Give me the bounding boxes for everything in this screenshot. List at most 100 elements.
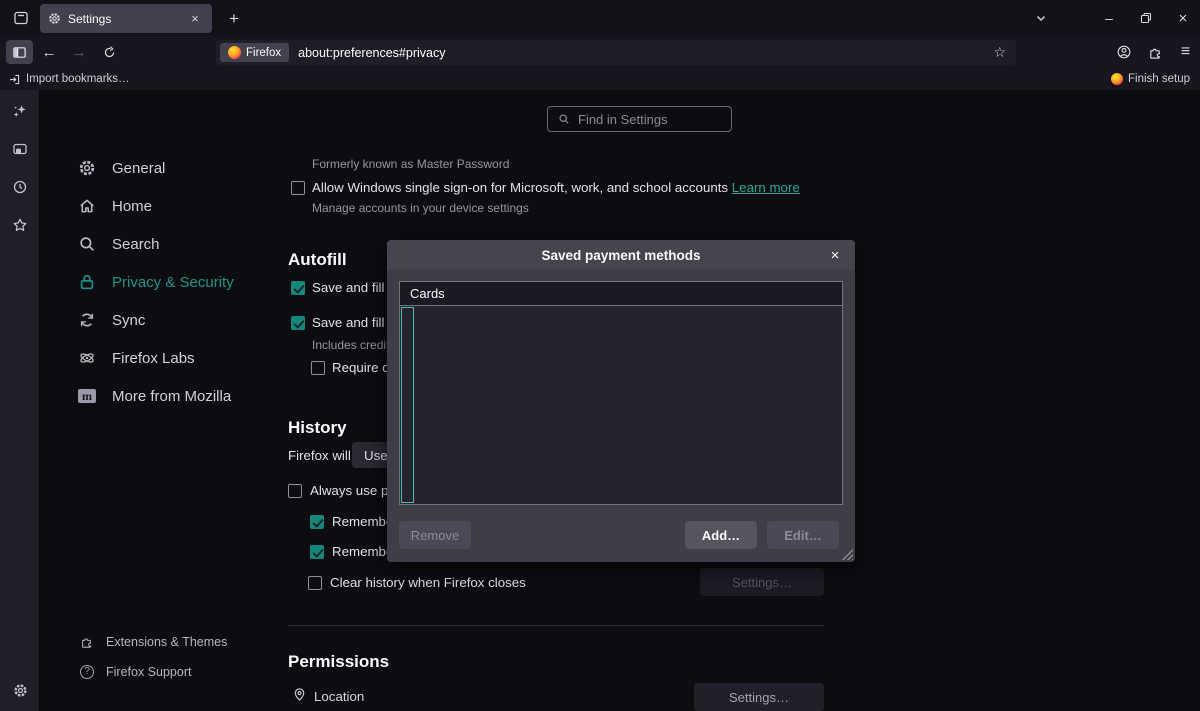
firefox-view-icon[interactable]: [8, 6, 34, 30]
new-tab-button[interactable]: +: [222, 7, 246, 31]
section-divider: [288, 625, 824, 626]
sso-note: Manage accounts in your device settings: [312, 201, 529, 215]
import-bookmarks-label: Import bookmarks…: [26, 73, 130, 85]
import-bookmarks-button[interactable]: Import bookmarks…: [8, 70, 130, 88]
tab-list-chevron-icon[interactable]: [1028, 6, 1054, 30]
reload-icon[interactable]: [96, 40, 122, 64]
firefox-window: Settings × + – × ← →: [0, 0, 1200, 711]
url-bar[interactable]: Firefox about:preferences#privacy ☆: [216, 40, 1016, 65]
dialog-title: Saved payment methods: [541, 248, 700, 263]
clear-history-settings-button[interactable]: Settings…: [700, 568, 824, 596]
titlebar: Settings × + – ×: [0, 0, 1200, 36]
firefox-logo-icon: [228, 46, 241, 59]
history-mode-value: Use: [364, 448, 388, 463]
sidebar-item-label: More from Mozilla: [112, 388, 231, 405]
sync-icon: [78, 311, 96, 329]
toolbar-settings-gear-icon[interactable]: [7, 677, 33, 703]
account-icon[interactable]: [1110, 40, 1137, 64]
ai-chat-icon[interactable]: [7, 98, 33, 124]
sidebar-item-firefox-labs[interactable]: Firefox Labs: [78, 339, 234, 377]
find-in-settings[interactable]: [547, 106, 732, 132]
home-icon: [78, 197, 96, 215]
tab-title: Settings: [68, 12, 179, 26]
clear-history-label: Clear history when Firefox closes: [330, 575, 526, 590]
synced-tabs-icon[interactable]: [7, 136, 33, 162]
sidebar-item-more-from-mozilla[interactable]: m More from Mozilla: [78, 377, 234, 415]
bookmark-star-icon[interactable]: ☆: [993, 44, 1006, 61]
sidebar-item-home[interactable]: Home: [78, 187, 234, 225]
settings-footer-links: Extensions & Themes ? Firefox Support: [80, 627, 227, 687]
learn-more-link[interactable]: Learn more: [732, 180, 800, 195]
window-restore-button[interactable]: [1127, 0, 1165, 36]
navigation-toolbar: ← → Firefox about:preferences#privacy ☆ …: [0, 36, 1200, 68]
edit-button[interactable]: Edit…: [767, 521, 839, 549]
identity-chip[interactable]: Firefox: [220, 43, 289, 62]
primary-password-note: Formerly known as Master Password: [312, 157, 509, 171]
firefox-will-label: Firefox will: [288, 448, 351, 463]
sidebar-item-search[interactable]: Search: [78, 225, 234, 263]
settings-category-list: General Home Search: [78, 149, 234, 415]
dialog-close-icon[interactable]: ×: [825, 245, 845, 265]
window-minimize-button[interactable]: –: [1090, 0, 1128, 36]
always-private-checkbox[interactable]: [288, 484, 302, 498]
sidebar-item-label: Sync: [112, 312, 145, 329]
firefox-support-label: Firefox Support: [106, 665, 191, 679]
cards-list[interactable]: [400, 307, 842, 504]
mozilla-logo-icon: m: [78, 389, 96, 403]
sidebar-item-sync[interactable]: Sync: [78, 301, 234, 339]
sidebar-item-label: Privacy & Security: [112, 274, 234, 291]
search-icon: [78, 235, 96, 253]
cards-column-header[interactable]: Cards: [400, 282, 842, 306]
cards-table: Cards: [399, 281, 843, 505]
sidebar-item-label: Search: [112, 236, 160, 253]
history-heading: History: [288, 418, 347, 438]
remember-search-checkbox[interactable]: [310, 545, 324, 559]
clear-history-checkbox[interactable]: [308, 576, 322, 590]
menu-icon[interactable]: ≡: [1172, 40, 1199, 64]
add-button[interactable]: Add…: [685, 521, 757, 549]
bookmarks-toolbar: Import bookmarks… Finish setup: [0, 68, 1200, 90]
sidebar-item-privacy-security[interactable]: Privacy & Security: [78, 263, 234, 301]
require-auth-checkbox[interactable]: [311, 361, 325, 375]
extensions-icon: [80, 635, 94, 649]
location-label: Location: [314, 689, 364, 704]
extensions-themes-link[interactable]: Extensions & Themes: [80, 627, 227, 657]
forward-button[interactable]: →: [66, 40, 92, 64]
save-addresses-checkbox[interactable]: [291, 281, 305, 295]
firefox-support-link[interactable]: ? Firefox Support: [80, 657, 227, 687]
bookmarks-icon[interactable]: [7, 212, 33, 238]
url-text: about:preferences#privacy: [298, 46, 445, 60]
saved-payment-methods-dialog: Saved payment methods × Cards Remove Add…: [387, 240, 855, 562]
sidebar-item-label: General: [112, 160, 165, 177]
back-button[interactable]: ←: [36, 40, 62, 64]
autofill-heading: Autofill: [288, 250, 347, 270]
permissions-heading: Permissions: [288, 652, 389, 672]
sidebar-toggle-icon[interactable]: [6, 40, 33, 64]
extensions-themes-label: Extensions & Themes: [106, 635, 227, 649]
labs-atom-icon: [78, 349, 96, 367]
search-icon: [558, 113, 570, 125]
sso-checkbox[interactable]: [291, 181, 305, 195]
vertical-toolbar: [0, 90, 40, 711]
sidebar-item-general[interactable]: General: [78, 149, 234, 187]
finish-setup-button[interactable]: Finish setup: [1111, 70, 1190, 88]
history-icon[interactable]: [7, 174, 33, 200]
window-close-button[interactable]: ×: [1164, 0, 1200, 36]
tab-settings[interactable]: Settings ×: [40, 4, 212, 33]
save-payments-checkbox[interactable]: [291, 316, 305, 330]
tab-close-icon[interactable]: ×: [186, 10, 204, 28]
remove-button[interactable]: Remove: [399, 521, 471, 549]
extensions-icon[interactable]: [1142, 40, 1169, 64]
import-icon: [8, 73, 21, 86]
gear-icon: [48, 12, 61, 25]
dialog-resize-grip[interactable]: [841, 548, 853, 560]
location-settings-button[interactable]: Settings…: [694, 683, 824, 711]
firefox-logo-icon: [1111, 73, 1123, 85]
remember-history-checkbox[interactable]: [310, 515, 324, 529]
location-pin-icon: [292, 687, 307, 702]
sidebar-item-label: Firefox Labs: [112, 350, 195, 367]
sso-row: Allow Windows single sign-on for Microso…: [312, 180, 800, 195]
sidebar-item-label: Home: [112, 198, 152, 215]
find-in-settings-input[interactable]: [578, 112, 721, 127]
sso-label: Allow Windows single sign-on for Microso…: [312, 180, 728, 195]
